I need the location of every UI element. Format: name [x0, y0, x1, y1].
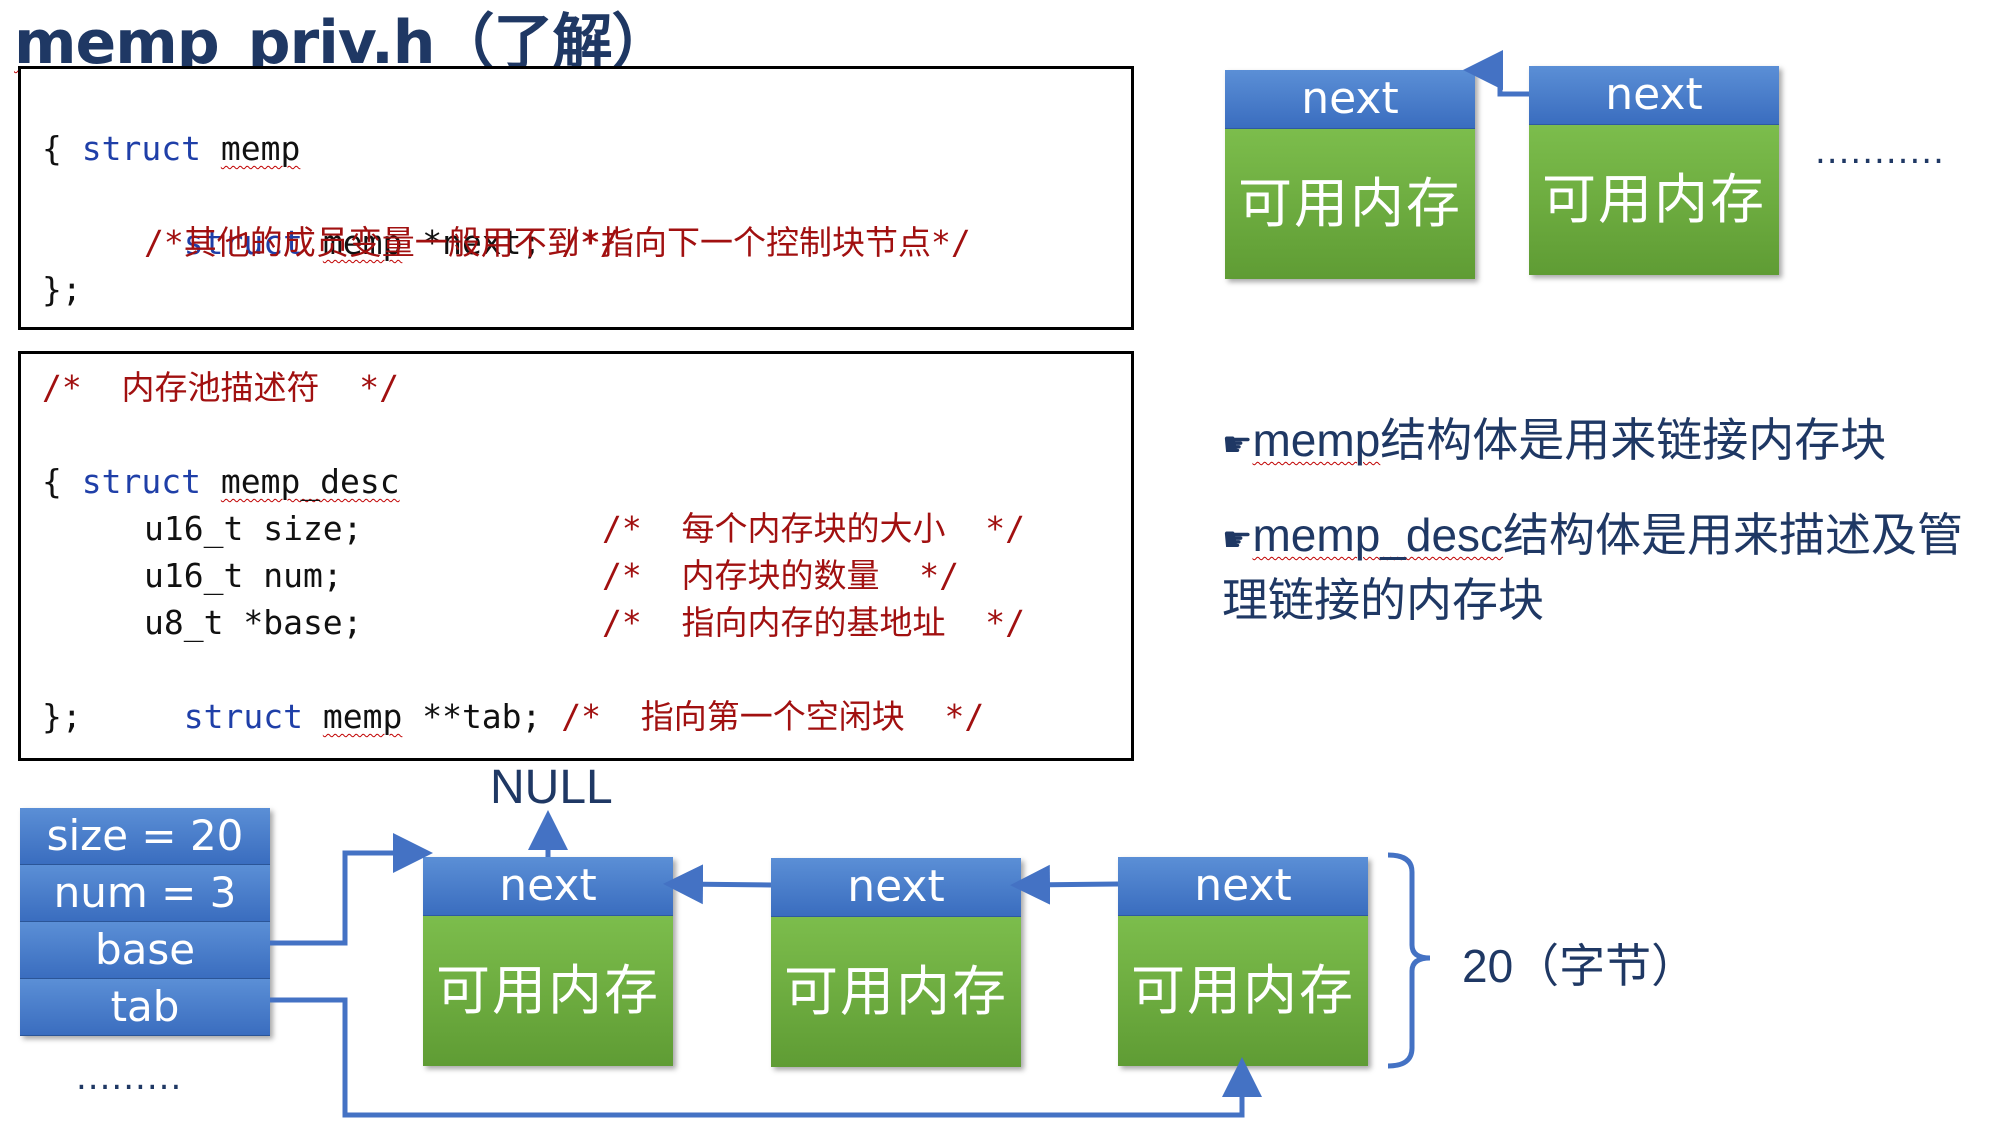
keyword: struct	[183, 697, 303, 736]
base-field: base	[20, 922, 270, 979]
available-memory: 可用内存	[1225, 129, 1475, 279]
available-memory: 可用内存	[1529, 125, 1779, 275]
code-desc-line3: {	[42, 462, 62, 501]
tab-field: tab	[20, 979, 270, 1036]
code-desc-line6: u8_t *base;	[144, 603, 363, 642]
brace-label: 20（字节）	[1462, 940, 1698, 992]
code-memp-line5: };	[42, 270, 82, 309]
code-desc-line5-comment: /* 内存块的数量 */	[602, 552, 959, 599]
comment: /* 内存块的数量 */	[602, 556, 959, 595]
next-field: next	[1118, 857, 1368, 916]
comment: /*其他的成员变量一般用不到*/	[144, 223, 620, 262]
code-desc-line1: /* 内存池描述符 */	[42, 364, 399, 411]
arrow-top-next	[1463, 50, 1529, 97]
keyword: struct	[81, 129, 201, 168]
code-desc-line4-comment: /* 每个内存块的大小 */	[602, 505, 1025, 552]
pointing-hand-icon: ☛	[1222, 520, 1253, 560]
memory-block-2: next 可用内存	[771, 858, 1021, 1067]
available-memory: 可用内存	[1118, 916, 1368, 1066]
pointing-hand-icon: ☛	[1222, 425, 1253, 465]
num-field: num = 3	[20, 865, 270, 922]
memory-block-top-2: next 可用内存	[1529, 66, 1779, 275]
code-memp-line1: struct memp	[42, 78, 301, 172]
code-desc-line5: u16_t num;	[144, 556, 343, 595]
comment: /* 每个内存块的大小 */	[602, 509, 1025, 548]
code-desc-line8: };	[42, 697, 82, 736]
code-desc-line4: u16_t size;	[144, 509, 363, 548]
next-field: next	[771, 858, 1021, 917]
memory-block-3: next 可用内存	[1118, 857, 1368, 1066]
code-desc-line7: struct memp **tab; /* 指向第一个空闲块 */	[183, 697, 985, 736]
bracket	[1387, 852, 1431, 1069]
code-memp-line2: {	[42, 129, 62, 168]
bullet-memp: ☛memp结构体是用来链接内存块	[1222, 414, 1887, 466]
arrow-block3-next	[1010, 864, 1119, 905]
size-field: size = 20	[20, 808, 270, 865]
identifier: memp	[220, 129, 301, 168]
available-memory: 可用内存	[423, 916, 673, 1066]
memory-block-top-1: next 可用内存	[1225, 70, 1475, 279]
next-field: next	[423, 857, 673, 916]
next-field: next	[1225, 70, 1475, 129]
memory-block-1: next 可用内存	[423, 857, 673, 1066]
arrow-base	[270, 833, 433, 946]
comment: /*指向下一个控制块节点*/	[561, 223, 971, 262]
next-field: next	[1529, 66, 1779, 125]
available-memory: 可用内存	[771, 917, 1021, 1067]
comment: /* 指向第一个空闲块 */	[561, 697, 985, 736]
code-desc-line6-comment: /* 指向内存的基地址 */	[602, 599, 1025, 646]
comment: /* 指向内存的基地址 */	[602, 603, 1025, 642]
comment: /* 内存池描述符 */	[42, 368, 399, 407]
identifier: memp_desc	[220, 462, 400, 501]
arrow-tab	[270, 997, 1262, 1118]
arrow-block2-next	[663, 864, 772, 905]
keyword: struct	[81, 462, 201, 501]
top-ellipsis: ...........	[1815, 132, 1945, 172]
bullet-memp-desc: ☛memp_desc结构体是用来描述及管 理链接的内存块	[1222, 509, 1964, 626]
code-memp-line4: /*其他的成员变量一般用不到*/	[144, 219, 619, 266]
memp-desc-struct: size = 20 num = 3 base tab	[20, 808, 270, 1036]
null-label: NULL	[490, 761, 613, 814]
identifier: memp	[322, 697, 403, 736]
code-desc-line2: struct memp_desc	[42, 411, 400, 505]
desc-ellipsis: .........	[76, 1058, 183, 1098]
